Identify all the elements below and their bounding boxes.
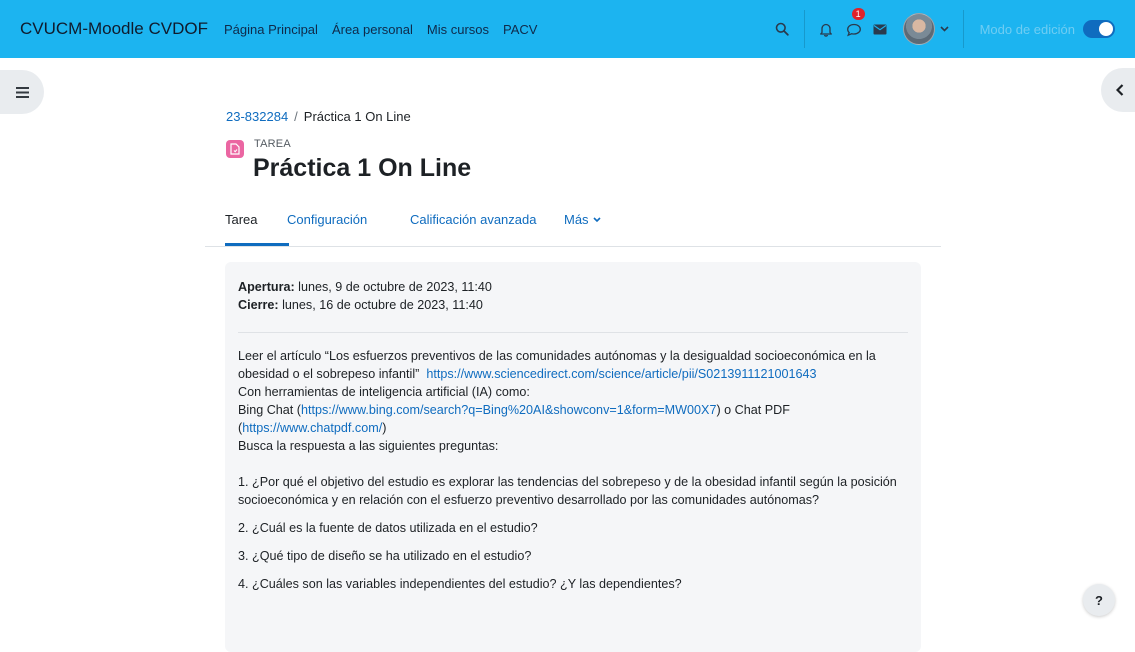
close-date-value: lunes, 16 de octubre de 2023, 11:40	[278, 298, 483, 312]
course-index-toggle[interactable]	[0, 70, 44, 114]
question-item: 1. ¿Por qué el objetivo del estudio es e…	[238, 475, 897, 507]
secondary-navigation: Tarea Configuración Calificación avanzad…	[205, 196, 941, 247]
nav-link-my-courses[interactable]: Mis cursos	[427, 22, 489, 37]
user-menu[interactable]	[902, 13, 949, 45]
avatar	[902, 13, 935, 45]
article-link[interactable]: https://www.sciencedirect.com/science/ar…	[426, 367, 816, 381]
page-title: Práctica 1 On Line	[253, 154, 472, 182]
assignment-content: Apertura: lunes, 9 de octubre de 2023, 1…	[225, 262, 921, 652]
assignment-icon	[226, 140, 244, 158]
open-date-label: Apertura:	[238, 280, 295, 294]
open-date-value: lunes, 9 de octubre de 2023, 11:40	[294, 280, 492, 294]
description-line: Busca la respuesta a las siguientes preg…	[238, 439, 499, 453]
description-text: ) o Chat PDF	[716, 403, 790, 417]
navbar-actions: 1 Modo de edición	[772, 0, 1135, 58]
notification-badge: 1	[851, 8, 865, 20]
bell-icon[interactable]	[817, 14, 835, 44]
top-navbar: CVUCM-Moodle CVDOF Página Principal Área…	[0, 0, 1135, 58]
breadcrumb-current: Práctica 1 On Line	[303, 109, 411, 124]
chevron-down-icon	[592, 216, 601, 223]
close-date-label: Cierre:	[238, 298, 279, 312]
nav-link-home[interactable]: Página Principal	[224, 22, 318, 37]
site-brand-link[interactable]: CVUCM-Moodle CVDOF	[20, 19, 208, 39]
breadcrumb-separator: /	[294, 109, 298, 124]
activity-type-label: TAREA	[254, 138, 291, 150]
primary-navigation: Página Principal Área personal Mis curso…	[224, 22, 537, 37]
description-line: (https://www.chatpdf.com/)	[238, 419, 908, 437]
envelope-icon[interactable]	[871, 14, 889, 44]
description-text: )	[382, 421, 387, 435]
nav-link-pacv[interactable]: PACV	[503, 22, 537, 37]
content-divider	[238, 332, 908, 333]
assignment-description: Leer el artículo “Los esfuerzos preventi…	[238, 347, 908, 455]
nav-link-dashboard[interactable]: Área personal	[332, 22, 413, 37]
activity-dates: Apertura: lunes, 9 de octubre de 2023, 1…	[238, 278, 908, 314]
tab-configuracion[interactable]: Configuración	[287, 212, 367, 227]
breadcrumb: 23-832284 / Práctica 1 On Line	[226, 109, 411, 124]
chat-icon[interactable]: 1	[843, 8, 865, 44]
description-line: Bing Chat (https://www.bing.com/search?q…	[238, 401, 908, 419]
question-item: 3. ¿Qué tipo de diseño se ha utilizado e…	[238, 549, 532, 563]
block-drawer-toggle[interactable]	[1101, 68, 1135, 112]
chatpdf-link[interactable]: https://www.chatpdf.com/	[242, 421, 382, 435]
tab-mas-label: Más	[564, 212, 589, 227]
chevron-left-icon	[1116, 84, 1124, 96]
bing-chat-link[interactable]: https://www.bing.com/search?q=Bing%20AI&…	[301, 403, 716, 417]
navbar-divider	[803, 10, 805, 48]
close-date: Cierre: lunes, 16 de octubre de 2023, 11…	[238, 296, 908, 314]
question-item: 2. ¿Cuál es la fuente de datos utilizada…	[238, 521, 538, 535]
question-list: 1. ¿Por qué el objetivo del estudio es e…	[238, 473, 908, 593]
search-icon[interactable]	[772, 14, 792, 44]
description-text: Bing Chat (	[238, 403, 301, 417]
tab-tarea[interactable]: Tarea	[225, 212, 258, 227]
navbar-divider	[962, 10, 964, 48]
chevron-down-icon	[940, 26, 949, 32]
breadcrumb-course-link[interactable]: 23-832284	[226, 109, 288, 124]
list-icon	[15, 86, 29, 98]
edit-mode-toggle[interactable]	[1083, 20, 1115, 38]
help-button[interactable]: ?	[1083, 584, 1115, 616]
active-tab-indicator	[225, 243, 289, 246]
description-line: Con herramientas de inteligencia artific…	[238, 385, 530, 399]
question-item: 4. ¿Cuáles son las variables independien…	[238, 577, 682, 591]
tab-calificacion-avanzada[interactable]: Calificación avanzada	[410, 212, 536, 227]
edit-mode-label: Modo de edición	[979, 21, 1075, 37]
tab-mas[interactable]: Más	[564, 212, 601, 227]
description-line: Leer el artículo “Los esfuerzos preventi…	[238, 349, 876, 363]
description-line: obesidad o el sobrepeso infantil” https:…	[238, 365, 908, 383]
description-text: obesidad o el sobrepeso infantil”	[238, 367, 420, 381]
open-date: Apertura: lunes, 9 de octubre de 2023, 1…	[238, 278, 908, 296]
